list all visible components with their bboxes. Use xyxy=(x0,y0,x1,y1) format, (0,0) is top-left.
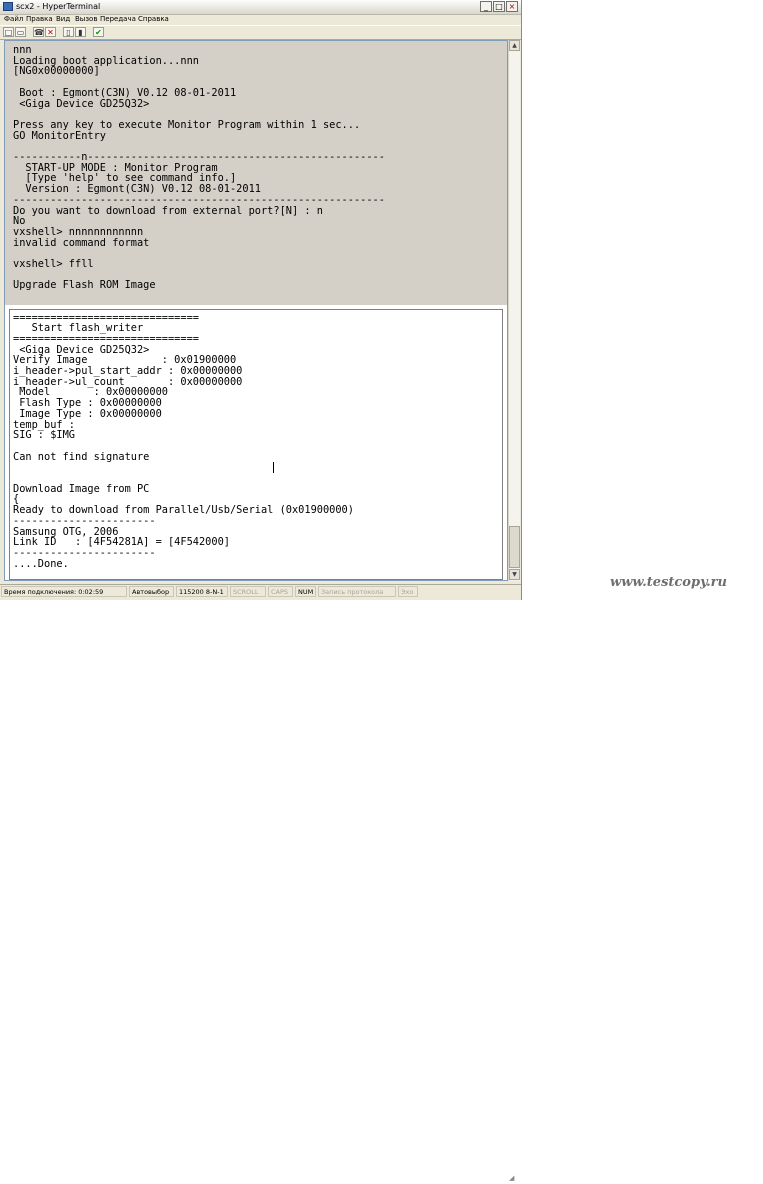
menu-bar: Файл Правка Вид Вызов Передача Справка xyxy=(0,14,521,25)
status-connected-time: Время подключения: 0:02:59 xyxy=(1,586,127,597)
menu-edit[interactable]: Правка xyxy=(26,14,53,25)
terminal-line: ....Done. xyxy=(13,557,69,570)
status-num: NUM xyxy=(295,586,316,597)
status-autodetect: Автовыбор xyxy=(129,586,174,597)
status-bar: Время подключения: 0:02:59 Автовыбор 115… xyxy=(0,584,521,1182)
terminal-line: invalid command format xyxy=(13,236,150,249)
terminal-line: Upgrade Flash ROM Image xyxy=(13,279,156,292)
scroll-down-arrow-icon[interactable]: ▼ xyxy=(509,569,520,580)
menu-file[interactable]: Файл xyxy=(4,14,23,25)
terminal-area[interactable]: nnn Loading boot application...nnn [NG0x00… xyxy=(4,40,508,581)
terminal-line: Download Image from PC xyxy=(13,482,150,495)
scroll-up-arrow-icon[interactable]: ▲ xyxy=(509,40,520,51)
call-icon[interactable]: ☎ xyxy=(33,27,44,37)
send-icon[interactable]: ▯ xyxy=(63,27,74,37)
terminal-line: vxshell> ffll xyxy=(13,258,94,270)
terminal-line: SIG : $IMG xyxy=(13,429,75,442)
title-bar[interactable]: scx2 - HyperTerminal _ □ × xyxy=(0,0,521,15)
menu-transfer[interactable]: Передача xyxy=(100,14,136,25)
maximize-button[interactable]: □ xyxy=(493,1,505,12)
terminal-line: Can not find signature xyxy=(13,450,150,463)
status-caps: CAPS xyxy=(268,586,293,597)
properties-icon[interactable]: ✔ xyxy=(93,27,104,37)
open-icon[interactable]: ▭ xyxy=(15,27,26,37)
disconnect-icon[interactable]: ✕ xyxy=(45,27,56,37)
status-log: Запись протокола xyxy=(318,586,396,597)
terminal-line: GO MonitorEntry xyxy=(13,129,106,142)
terminal-line: [NG0x00000000] xyxy=(13,65,100,78)
toolbar: □ ▭ ☎ ✕ ▯ ▮ ✔ xyxy=(0,25,521,40)
hyperterminal-app-icon xyxy=(3,2,13,11)
close-button[interactable]: × xyxy=(506,1,518,12)
scroll-thumb[interactable] xyxy=(509,526,520,568)
text-cursor xyxy=(273,462,274,473)
resize-grip-icon[interactable]: ◢ xyxy=(509,1173,519,1183)
status-scroll: SCROLL xyxy=(230,586,266,597)
minimize-button[interactable]: _ xyxy=(480,1,492,12)
receive-icon[interactable]: ▮ xyxy=(75,27,86,37)
terminal-line: Do you want to download from external po… xyxy=(13,204,323,217)
watermark: www.testcopy.ru xyxy=(610,575,727,590)
window-title: scx2 - HyperTerminal xyxy=(16,2,101,11)
terminal-line: <Giga Device GD25Q32> xyxy=(13,97,150,110)
menu-help[interactable]: Справка xyxy=(138,14,169,25)
menu-call[interactable]: Вызов xyxy=(75,14,97,25)
vertical-scrollbar[interactable]: ▲ ▼ xyxy=(508,40,520,581)
menu-view[interactable]: Вид xyxy=(56,14,70,25)
hyperterminal-window: scx2 - HyperTerminal _ □ × Файл Правка В… xyxy=(0,0,522,1182)
status-echo: Эхо xyxy=(398,586,418,597)
new-icon[interactable]: □ xyxy=(3,27,14,37)
status-port-settings: 115200 8-N-1 xyxy=(176,586,228,597)
